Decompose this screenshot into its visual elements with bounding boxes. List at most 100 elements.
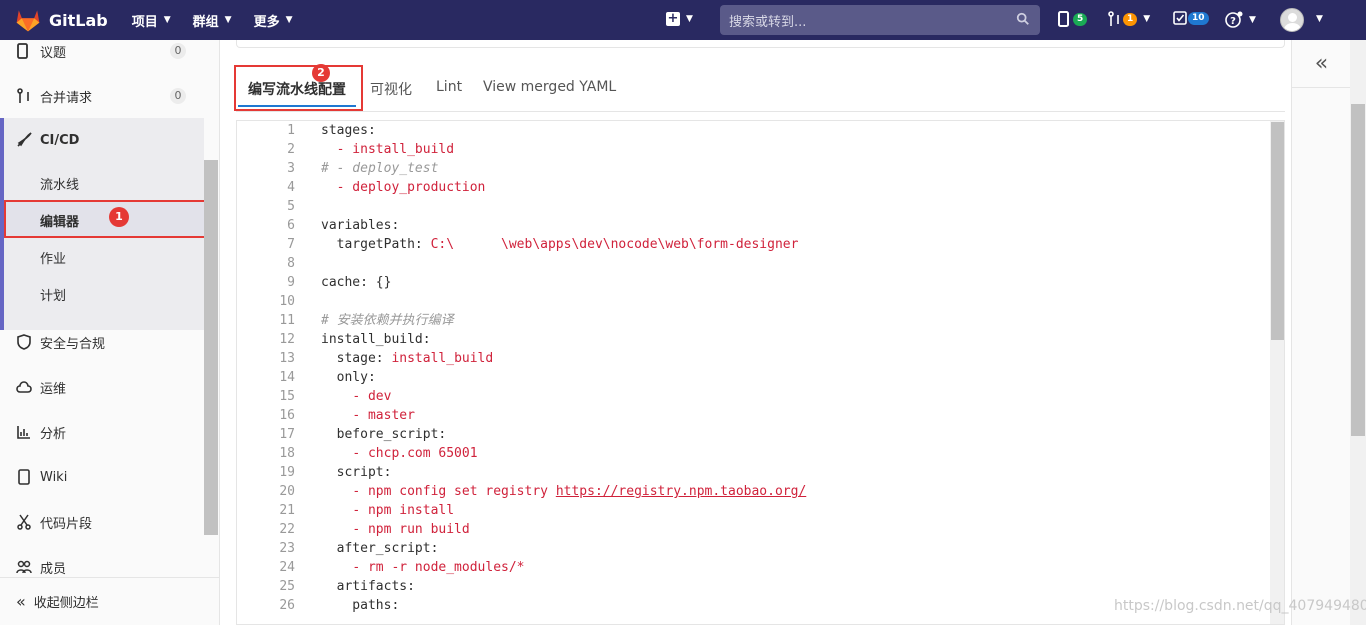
code-line: 3 # - deploy_test — [237, 159, 1267, 178]
user-avatar[interactable] — [1280, 8, 1304, 32]
nav-groups[interactable]: 群组 ▼ — [193, 11, 232, 30]
line-number: 20 — [279, 484, 295, 499]
double-chevron-left-icon: « — [16, 592, 26, 611]
sidebar-item-snippets[interactable]: 代码片段 — [0, 502, 204, 542]
sidebar-item-cicd[interactable]: CI/CD — [0, 120, 204, 160]
brand-name[interactable]: GitLab — [49, 11, 108, 30]
code-line: 17 before_script: — [237, 425, 1267, 444]
editor-scrollbar-thumb[interactable] — [1271, 122, 1284, 340]
active-tab-underline — [238, 105, 356, 107]
issues-count: 0 — [170, 43, 186, 59]
sidebar-item-merge-requests[interactable]: 合并请求 0 — [0, 76, 204, 116]
line-number: 2 — [287, 142, 295, 157]
nav-more[interactable]: 更多 ▼ — [254, 11, 293, 30]
code-text: - install_build — [336, 142, 455, 157]
code-text: stages: — [321, 123, 376, 138]
tab-lint[interactable]: Lint — [436, 79, 462, 95]
code-text: # - deploy_test — [321, 161, 439, 176]
left-sidebar: 议题 0 合并请求 0 CI/CD 流水线 编辑器 1 作业 计划 安全与合规 — [0, 40, 220, 625]
code-text: after_script: — [321, 541, 439, 556]
merge-request-icon — [16, 88, 32, 104]
nav-projects-label: 项目 — [131, 14, 158, 30]
todos-shortcut[interactable]: 10 — [1173, 11, 1209, 25]
code-text: only: — [321, 370, 376, 385]
code-text: - npm run build — [352, 522, 470, 537]
help-icon: ? — [1225, 11, 1243, 28]
mr-count: 0 — [170, 88, 186, 104]
collapse-sidebar-label: 收起侧边栏 — [33, 596, 99, 611]
sidebar-item-security[interactable]: 安全与合规 — [0, 322, 204, 362]
sidebar-item-wiki[interactable]: Wiki — [0, 457, 204, 497]
sidebar-item-label: 安全与合规 — [40, 336, 106, 352]
chevron-down-icon: ▼ — [224, 15, 232, 25]
sidebar-subitem-editor[interactable]: 编辑器 — [40, 211, 79, 230]
sidebar-item-operations[interactable]: 运维 — [0, 367, 204, 407]
sidebar-subitem-pipelines[interactable]: 流水线 — [40, 174, 79, 193]
tab-view-merged-yaml[interactable]: View merged YAML — [483, 79, 616, 95]
merge-requests-shortcut[interactable]: 1 ▼ — [1108, 11, 1150, 27]
code-text: - master — [352, 408, 415, 423]
sidebar-subitem-jobs[interactable]: 作业 — [40, 248, 66, 267]
code-line: 25 artifacts: — [237, 577, 1267, 596]
sidebar-item-label: 议题 — [40, 45, 67, 61]
code-text: # 安装依赖并执行编译 — [321, 313, 454, 328]
watermark-text: https://blog.csdn.net/qq_407949480 — [1114, 598, 1366, 614]
code-line: 20 - npm config set registry https://reg… — [237, 482, 1267, 501]
plus-icon: + — [666, 11, 680, 26]
new-item-dropdown[interactable]: + ▼ — [666, 12, 693, 26]
code-line: 22 - npm run build — [237, 520, 1267, 539]
line-number: 23 — [279, 541, 295, 556]
sidebar-item-label: 分析 — [40, 426, 67, 442]
tab-visualize[interactable]: 可视化 — [370, 79, 412, 99]
code-line: 13 stage: install_build — [237, 349, 1267, 368]
sidebar-item-label: 代码片段 — [40, 516, 93, 532]
sidebar-item-analytics[interactable]: 分析 — [0, 412, 204, 452]
sidebar-item-label: 合并请求 — [40, 90, 93, 106]
rocket-icon — [16, 132, 32, 148]
code-line: 14 only: — [237, 368, 1267, 387]
search-input[interactable]: 搜索或转到... — [720, 5, 1040, 35]
sidebar-subitem-schedules[interactable]: 计划 — [40, 285, 66, 304]
sidebar-item-issues[interactable]: 议题 0 — [0, 31, 204, 71]
nav-groups-label: 群组 — [192, 14, 219, 30]
sidebar-item-label: 成员 — [40, 561, 67, 577]
nav-projects[interactable]: 项目 ▼ — [132, 11, 171, 30]
page-scrollbar-thumb[interactable] — [1351, 104, 1365, 436]
sidebar-scrollbar[interactable] — [204, 160, 218, 535]
code-editor[interactable]: 1 stages: 2 - install_build 3 # - deploy_tes… — [236, 120, 1285, 625]
scissors-icon — [16, 514, 32, 530]
code-line: 7 targetPath: C:\ \web\apps\dev\nocode\w… — [237, 235, 1267, 254]
code-line: 6 variables: — [237, 216, 1267, 235]
todo-count-badge: 10 — [1188, 11, 1209, 25]
line-number: 1 — [287, 123, 295, 138]
help-dropdown[interactable]: ? ▼ — [1225, 11, 1256, 29]
code-line: 8 — [237, 254, 1267, 273]
chart-icon — [16, 424, 32, 440]
cloud-icon — [16, 379, 32, 395]
code-line: 5 — [237, 197, 1267, 216]
line-number: 25 — [279, 579, 295, 594]
merge-request-icon — [1108, 11, 1119, 26]
line-number: 11 — [279, 313, 295, 328]
code-line: 2 - install_build — [237, 140, 1267, 159]
line-number: 26 — [279, 598, 295, 613]
code-line: 15 - dev — [237, 387, 1267, 406]
sidebar-item-label: 运维 — [40, 381, 67, 397]
collapse-sidebar-button[interactable]: « 收起侧边栏 — [0, 577, 219, 625]
issues-shortcut[interactable]: 5 — [1058, 11, 1088, 27]
gitlab-logo-icon[interactable] — [14, 6, 42, 34]
line-number: 8 — [287, 256, 295, 271]
svg-text:?: ? — [1230, 16, 1236, 27]
code-line: 10 — [237, 292, 1267, 311]
expand-right-sidebar-button[interactable]: « — [1292, 40, 1351, 88]
annotation-marker-1: 1 — [109, 207, 129, 227]
nav-more-label: 更多 — [253, 14, 280, 30]
sidebar-item-label: Wiki — [40, 469, 68, 485]
code-line: 21 - npm install — [237, 501, 1267, 520]
chevron-down-icon: ▼ — [1249, 15, 1256, 25]
chevron-down-icon[interactable]: ▼ — [1316, 14, 1323, 24]
line-number: 17 — [279, 427, 295, 442]
code-text: - chcp.com 65001 — [352, 446, 478, 461]
code-text: - deploy_production — [336, 180, 486, 195]
tab-edit-pipeline[interactable]: 编写流水线配置 — [248, 79, 346, 99]
